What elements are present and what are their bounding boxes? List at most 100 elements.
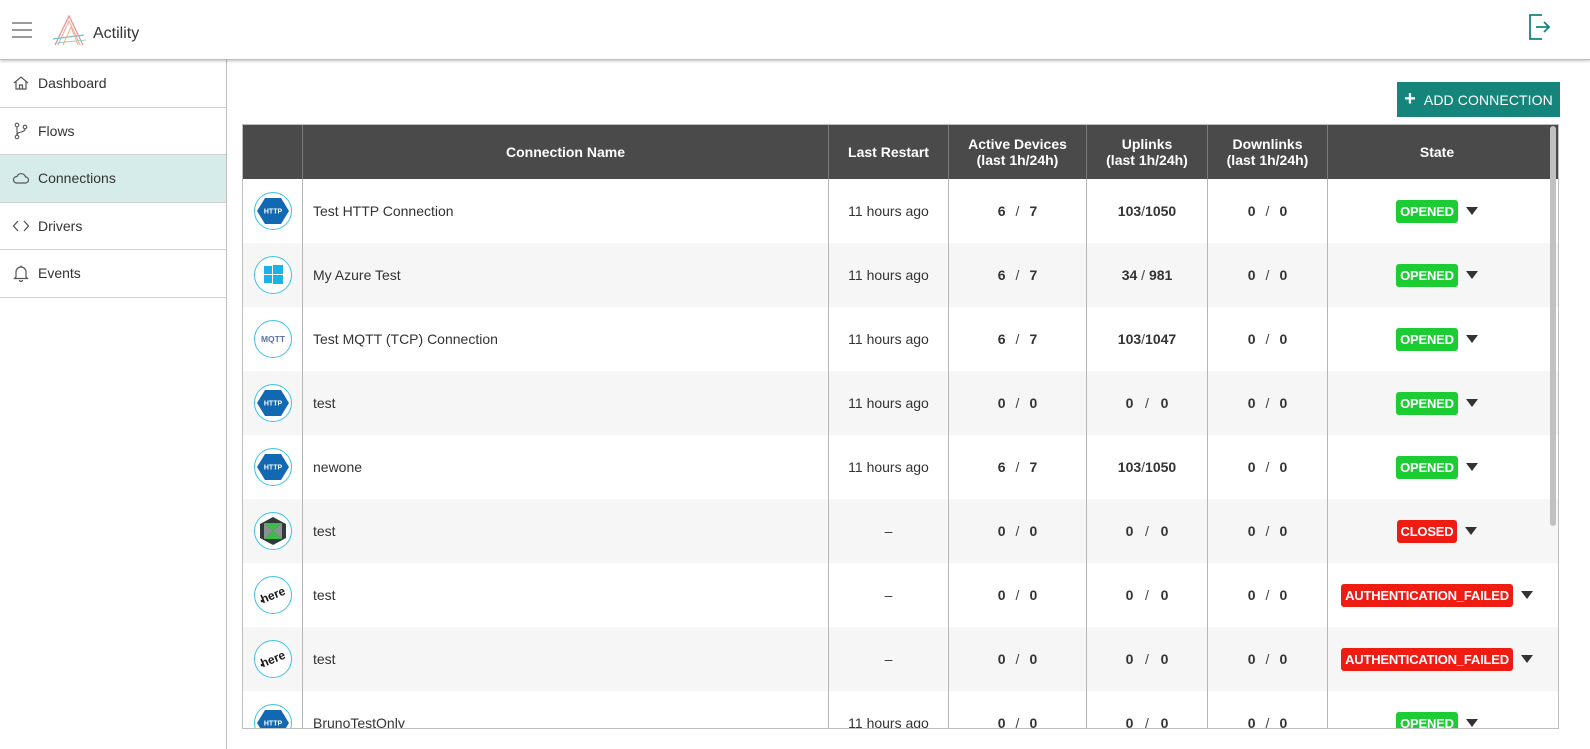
chevron-down-icon[interactable] — [1465, 463, 1478, 471]
cloud-icon — [0, 169, 38, 187]
status-badge: AUTHENTICATION_FAILED — [1341, 583, 1513, 607]
connection-icon-cell: MQTT — [243, 307, 303, 371]
chevron-down-icon[interactable] — [1465, 271, 1478, 279]
sidebar-item-dashboard[interactable]: Dashboard — [0, 60, 226, 108]
connection-name[interactable]: Test HTTP Connection — [303, 179, 829, 243]
sidebar-item-label: Flows — [38, 122, 75, 139]
windows-icon — [253, 256, 292, 294]
sidebar-item-label: Drivers — [38, 217, 83, 234]
table-scrollbar[interactable] — [1549, 126, 1557, 726]
table-row[interactable]: here test – 0/0 0 / 0 0/0 AUTHENTICATION… — [243, 563, 1558, 627]
active-devices: 0/0 — [949, 691, 1087, 728]
header-connection-name[interactable]: Connection Name — [303, 125, 829, 179]
state-cell: OPENED — [1328, 435, 1546, 499]
add-connection-button[interactable]: + ADD CONNECTION — [1397, 82, 1560, 117]
uplinks: 0 / 0 — [1087, 499, 1208, 563]
bell-icon — [0, 264, 38, 283]
header-uplinks[interactable]: Uplinks (last 1h/24h) — [1087, 125, 1208, 179]
last-restart: 11 hours ago — [829, 371, 949, 435]
logout-icon[interactable] — [1526, 12, 1552, 42]
downlinks: 0/0 — [1208, 435, 1328, 499]
last-restart: 11 hours ago — [829, 307, 949, 371]
here-icon: here — [253, 640, 292, 678]
connection-name[interactable]: newone — [303, 435, 829, 499]
connection-icon-cell: HTTP — [243, 371, 303, 435]
chevron-down-icon[interactable] — [1520, 655, 1533, 663]
connection-name[interactable]: test — [303, 499, 829, 563]
connection-name[interactable]: Test MQTT (TCP) Connection — [303, 307, 829, 371]
state-cell: AUTHENTICATION_FAILED — [1328, 627, 1546, 691]
sidebar-item-label: Events — [38, 265, 81, 282]
uplinks: 103/1047 — [1087, 307, 1208, 371]
last-restart: 11 hours ago — [829, 179, 949, 243]
sidebar-item-label: Connections — [38, 170, 116, 187]
state-cell: OPENED — [1328, 243, 1546, 307]
connection-icon-cell: HTTP — [243, 435, 303, 499]
state-cell: AUTHENTICATION_FAILED — [1328, 563, 1546, 627]
chevron-down-icon[interactable] — [1465, 207, 1478, 215]
table-row[interactable]: HTTP test 11 hours ago 0/0 0 / 0 0/0 OPE… — [243, 371, 1558, 435]
header-state[interactable]: State — [1328, 125, 1546, 179]
chevron-down-icon[interactable] — [1465, 399, 1478, 407]
downlinks: 0/0 — [1208, 243, 1328, 307]
chevron-down-icon[interactable] — [1465, 719, 1478, 727]
table-row[interactable]: My Azure Test 11 hours ago 6/7 34 / 981 … — [243, 243, 1558, 307]
status-badge: OPENED — [1396, 199, 1458, 223]
actility-logo-icon — [52, 14, 87, 46]
connection-name[interactable]: BrunoTestOnly — [303, 691, 829, 728]
connection-icon-cell: HTTP — [243, 179, 303, 243]
connection-name[interactable]: My Azure Test — [303, 243, 829, 307]
downlinks: 0/0 — [1208, 691, 1328, 728]
connection-name[interactable]: test — [303, 371, 829, 435]
brand-name: Actility — [93, 25, 140, 42]
table-row[interactable]: HTTP newone 11 hours ago 6/7 103/1050 0/… — [243, 435, 1558, 499]
status-badge: CLOSED — [1396, 519, 1458, 543]
sidebar-item-events[interactable]: Events — [0, 250, 226, 298]
sidebar-item-drivers[interactable]: Drivers — [0, 203, 226, 250]
connection-icon-cell: here — [243, 563, 303, 627]
header-downlinks[interactable]: Downlinks (last 1h/24h) — [1208, 125, 1328, 179]
table-row[interactable]: test – 0/0 0 / 0 0/0 CLOSED — [243, 499, 1558, 563]
connection-name[interactable]: test — [303, 563, 829, 627]
table-row[interactable]: HTTP BrunoTestOnly 11 hours ago 0/0 0 / … — [243, 691, 1558, 728]
top-bar: Actility — [0, 0, 1590, 60]
active-devices: 0/0 — [949, 563, 1087, 627]
chevron-down-icon[interactable] — [1465, 335, 1478, 343]
table-row[interactable]: MQTT Test MQTT (TCP) Connection 11 hours… — [243, 307, 1558, 371]
http-icon: HTTP — [253, 384, 292, 422]
connection-icon-cell: here — [243, 627, 303, 691]
connection-icon-cell: HTTP — [243, 691, 303, 728]
svg-text:MQTT: MQTT — [260, 334, 285, 344]
status-badge: OPENED — [1396, 327, 1458, 351]
last-restart: 11 hours ago — [829, 691, 949, 728]
chevron-down-icon[interactable] — [1520, 591, 1533, 599]
status-badge: OPENED — [1396, 711, 1458, 728]
connection-icon-cell — [243, 243, 303, 307]
status-badge: OPENED — [1396, 455, 1458, 479]
status-badge: AUTHENTICATION_FAILED — [1341, 647, 1513, 671]
header-active-devices[interactable]: Active Devices (last 1h/24h) — [949, 125, 1087, 179]
active-devices: 0/0 — [949, 371, 1087, 435]
state-cell: OPENED — [1328, 371, 1546, 435]
sidebar-item-connections[interactable]: Connections — [0, 155, 226, 203]
sidebar-item-flows[interactable]: Flows — [0, 108, 226, 155]
mqtt-icon: MQTT — [253, 320, 292, 358]
last-restart: 11 hours ago — [829, 243, 949, 307]
active-devices: 6/7 — [949, 179, 1087, 243]
sidebar-item-label: Dashboard — [38, 75, 107, 92]
header-last-restart[interactable]: Last Restart — [829, 125, 949, 179]
table-row[interactable]: HTTP Test HTTP Connection 11 hours ago 6… — [243, 179, 1558, 243]
connection-name[interactable]: test — [303, 627, 829, 691]
home-icon — [0, 74, 38, 92]
svg-text:HTTP: HTTP — [263, 465, 282, 472]
add-connection-label: ADD CONNECTION — [1423, 91, 1553, 108]
http-icon: HTTP — [253, 448, 292, 486]
svg-text:HTTP: HTTP — [263, 721, 282, 728]
state-cell: OPENED — [1328, 179, 1546, 243]
chevron-down-icon[interactable] — [1465, 527, 1478, 535]
state-cell: CLOSED — [1328, 499, 1546, 563]
uplinks: 103/1050 — [1087, 179, 1208, 243]
table-row[interactable]: here test – 0/0 0 / 0 0/0 AUTHENTICATION… — [243, 627, 1558, 691]
active-devices: 6/7 — [949, 307, 1087, 371]
menu-icon[interactable] — [12, 22, 32, 38]
